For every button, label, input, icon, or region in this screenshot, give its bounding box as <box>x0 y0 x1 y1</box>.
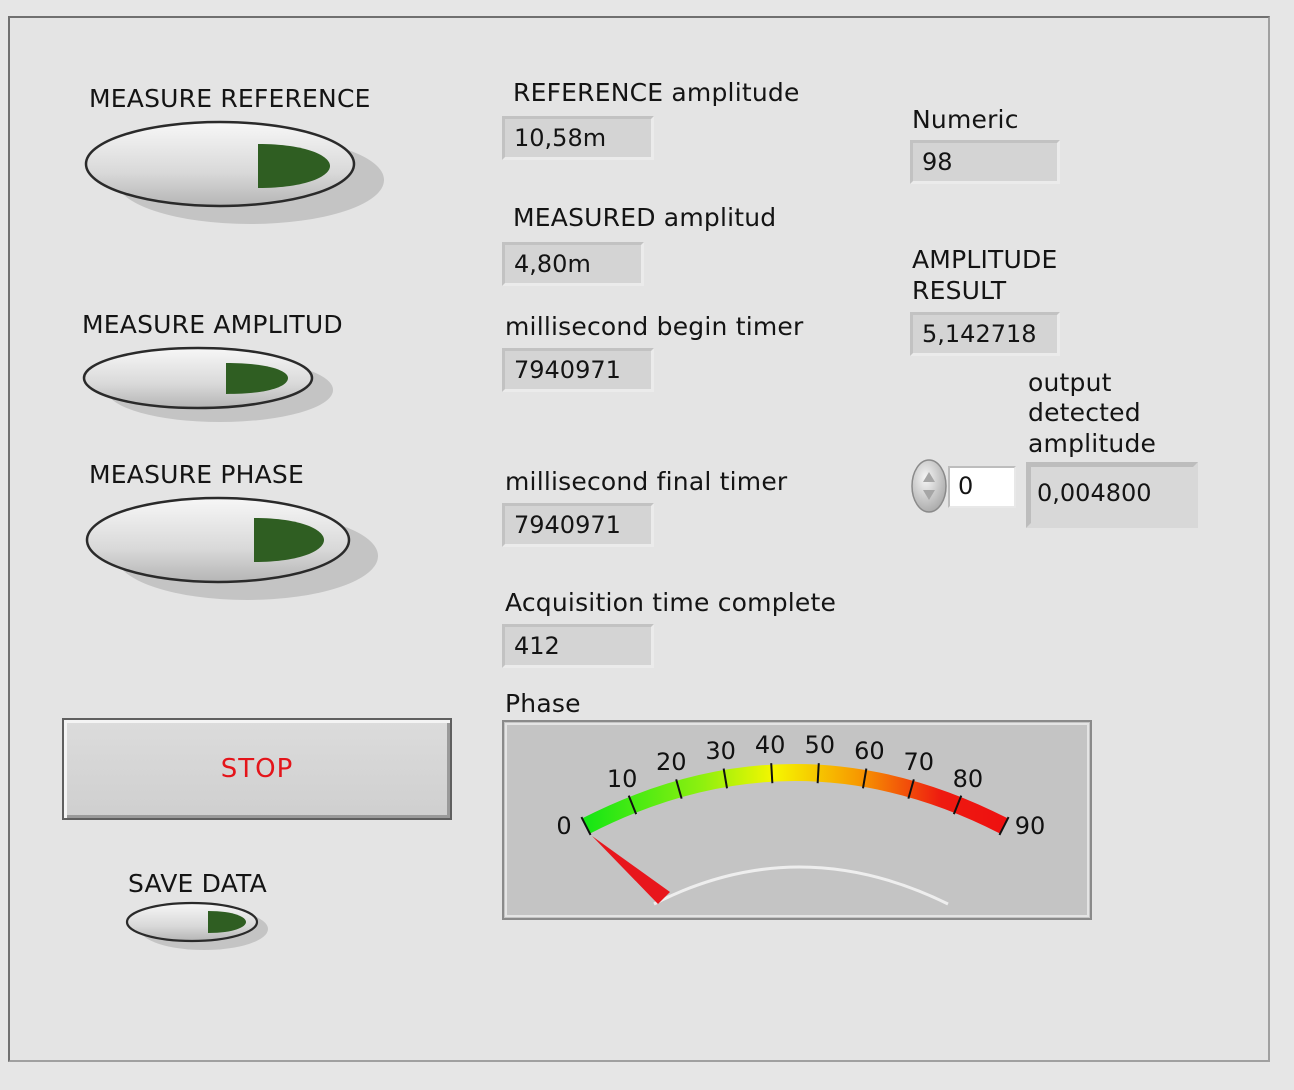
gauge-tick-label: 20 <box>656 748 687 776</box>
gauge-tick-label: 60 <box>854 737 885 765</box>
gauge-tick-label: 40 <box>755 731 786 759</box>
measure-phase-label: MEASURE PHASE <box>89 460 304 489</box>
output-detected-label-2: detected <box>1028 398 1141 427</box>
measured-amplitud-label: MEASURED amplitud <box>513 203 777 232</box>
numeric-indicator: 98 <box>910 140 1060 184</box>
gauge-tick-label: 80 <box>953 765 984 793</box>
stop-button[interactable]: STOP <box>62 718 452 820</box>
reference-amplitude-label: REFERENCE amplitude <box>513 78 800 107</box>
output-detected-label-3: amplitude <box>1028 429 1157 458</box>
acq-time-indicator: 412 <box>502 624 654 668</box>
save-data-button[interactable] <box>122 898 272 954</box>
ms-begin-timer-indicator: 7940971 <box>502 348 654 392</box>
ms-begin-timer-label: millisecond begin timer <box>505 312 804 341</box>
gauge-tick-label: 50 <box>805 731 836 759</box>
ms-final-timer-label: millisecond final timer <box>505 467 788 496</box>
front-panel: MEASURE REFERENCE MEASURE AMPLITUD MEASU… <box>8 16 1270 1062</box>
gauge-tick <box>770 763 774 784</box>
phase-gauge: 0 10 20 30 40 50 60 70 80 90 <box>502 720 1092 920</box>
ms-final-timer-indicator: 7940971 <box>502 503 654 547</box>
measure-amplitud-label: MEASURE AMPLITUD <box>82 310 343 339</box>
gauge-tick-label: 90 <box>1015 812 1046 840</box>
gauge-tick <box>816 763 820 784</box>
phase-label: Phase <box>505 689 581 718</box>
acq-time-label: Acquisition time complete <box>505 588 837 617</box>
output-detected-label-1: output <box>1028 368 1112 397</box>
output-detected-indicator: 0,004800 <box>1026 462 1198 528</box>
gauge-tick-label: 10 <box>607 765 638 793</box>
measure-phase-button[interactable] <box>82 494 387 606</box>
amplitude-result-indicator: 5,142718 <box>910 312 1060 356</box>
gauge-tick-label: 30 <box>705 737 736 765</box>
measured-amplitud-indicator: 4,80m <box>502 242 644 286</box>
amplitude-result-label-2: RESULT <box>912 276 1007 305</box>
measure-reference-button[interactable] <box>82 118 392 230</box>
numeric-label: Numeric <box>912 105 1019 134</box>
stop-label: STOP <box>220 754 294 784</box>
measure-reference-label: MEASURE REFERENCE <box>89 84 371 113</box>
amplitude-result-label-1: AMPLITUDE <box>912 245 1058 274</box>
reference-amplitude-indicator: 10,58m <box>502 116 654 160</box>
save-data-label: SAVE DATA <box>128 869 267 898</box>
gauge-tick-label: 70 <box>903 748 934 776</box>
gauge-tick-label: 0 <box>556 812 571 840</box>
index-control[interactable]: 0 <box>948 466 1016 508</box>
index-stepper[interactable] <box>910 458 948 514</box>
measure-amplitud-button[interactable] <box>80 344 340 426</box>
